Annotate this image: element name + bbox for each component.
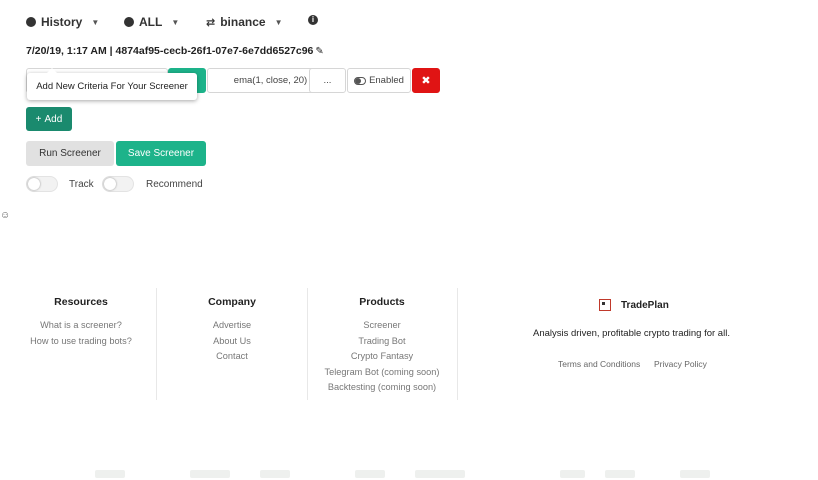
run-label: Run Screener: [39, 148, 101, 159]
brand-name: TradePlan: [621, 299, 669, 311]
add-criteria-tooltip: Add New Criteria For Your Screener: [27, 68, 197, 100]
swap-icon: ⇄: [206, 16, 216, 29]
close-icon: ✖: [421, 75, 431, 87]
bottom-placeholder: [560, 470, 585, 478]
bottom-placeholder: [605, 470, 635, 478]
pencil-icon[interactable]: ✎: [315, 46, 323, 57]
add-criteria-button[interactable]: + Add: [26, 107, 72, 131]
tradeplan-logo-icon: [599, 299, 611, 311]
more-label: ...: [323, 75, 332, 86]
chat-widget-icon[interactable]: ☺: [0, 210, 10, 221]
info-icon: i: [308, 15, 318, 25]
recommend-toggle[interactable]: [102, 176, 134, 192]
screener-id-text: 7/20/19, 1:17 AM | 4874af95-cecb-26f1-07…: [26, 45, 314, 57]
footer-products-title: Products: [359, 296, 405, 308]
info-button[interactable]: i: [308, 15, 318, 25]
bottom-placeholder: [260, 470, 290, 478]
add-label: Add: [44, 113, 63, 125]
footer-divider: [307, 288, 308, 400]
run-screener-button[interactable]: Run Screener: [26, 141, 114, 166]
privacy-link[interactable]: Privacy Policy: [654, 359, 707, 369]
bottom-placeholder: [95, 470, 125, 478]
footer-resources: Resources What is a screener? How to use…: [11, 296, 151, 349]
footer-link-telegram-bot[interactable]: Telegram Bot (coming soon): [312, 365, 452, 381]
save-screener-button[interactable]: Save Screener: [116, 141, 206, 166]
chevron-down-icon: ▼: [274, 17, 283, 27]
delete-criteria-button[interactable]: ✖: [412, 68, 440, 93]
footer-company: Company Advertise About Us Contact: [162, 296, 302, 365]
brand-tagline: Analysis driven, profitable crypto tradi…: [533, 328, 730, 339]
chevron-down-icon: ▼: [171, 17, 180, 27]
exchange-all-label: ALL: [139, 15, 163, 29]
exchange-all-dropdown[interactable]: ALL ▼: [124, 15, 179, 29]
footer-link-advertise[interactable]: Advertise: [162, 318, 302, 334]
chevron-down-icon: ▼: [91, 17, 100, 27]
enabled-toggle-button[interactable]: Enabled: [347, 68, 411, 93]
tooltip-text: Add New Criteria For Your Screener: [36, 81, 188, 92]
indicator-value: ema(1, close, 20): [233, 75, 308, 86]
terms-link[interactable]: Terms and Conditions: [558, 359, 640, 369]
bottom-placeholder: [190, 470, 230, 478]
exchange-dropdown[interactable]: ⇄ binance ▼: [206, 15, 283, 29]
exchange-label: binance: [220, 15, 266, 29]
footer-link-screener[interactable]: Screener: [312, 318, 452, 334]
toggle-icon: [354, 76, 367, 85]
plus-icon: +: [35, 113, 42, 125]
footer-divider: [156, 288, 157, 400]
bottom-placeholder: [415, 470, 465, 478]
dollar-icon: [124, 17, 134, 27]
footer-products: Products Screener Trading Bot Crypto Fan…: [312, 296, 452, 396]
footer-divider: [457, 288, 458, 400]
clock-icon: [26, 17, 36, 27]
footer-link-about-us[interactable]: About Us: [162, 334, 302, 350]
track-label: Track: [69, 179, 94, 190]
history-dropdown[interactable]: History ▼: [26, 15, 99, 29]
enabled-label: Enabled: [369, 75, 404, 86]
footer-company-title: Company: [208, 296, 256, 308]
bottom-placeholder: [680, 470, 710, 478]
footer-brand[interactable]: TradePlan: [599, 299, 669, 311]
save-label: Save Screener: [127, 148, 195, 159]
footer-resources-title: Resources: [54, 296, 108, 308]
more-options-button[interactable]: ...: [309, 68, 346, 93]
screener-id: 7/20/19, 1:17 AM | 4874af95-cecb-26f1-07…: [26, 45, 324, 57]
footer-link-backtesting[interactable]: Backtesting (coming soon): [312, 380, 452, 396]
footer-link-trading-bots[interactable]: How to use trading bots?: [11, 334, 151, 350]
footer-link-what-is-screener[interactable]: What is a screener?: [11, 318, 151, 334]
recommend-label: Recommend: [146, 179, 203, 190]
track-toggle[interactable]: [26, 176, 58, 192]
footer-link-contact[interactable]: Contact: [162, 349, 302, 365]
bottom-placeholder: [355, 470, 385, 478]
footer-link-trading-bot[interactable]: Trading Bot: [312, 334, 452, 350]
footer-link-crypto-fantasy[interactable]: Crypto Fantasy: [312, 349, 452, 365]
history-label: History: [41, 15, 83, 29]
